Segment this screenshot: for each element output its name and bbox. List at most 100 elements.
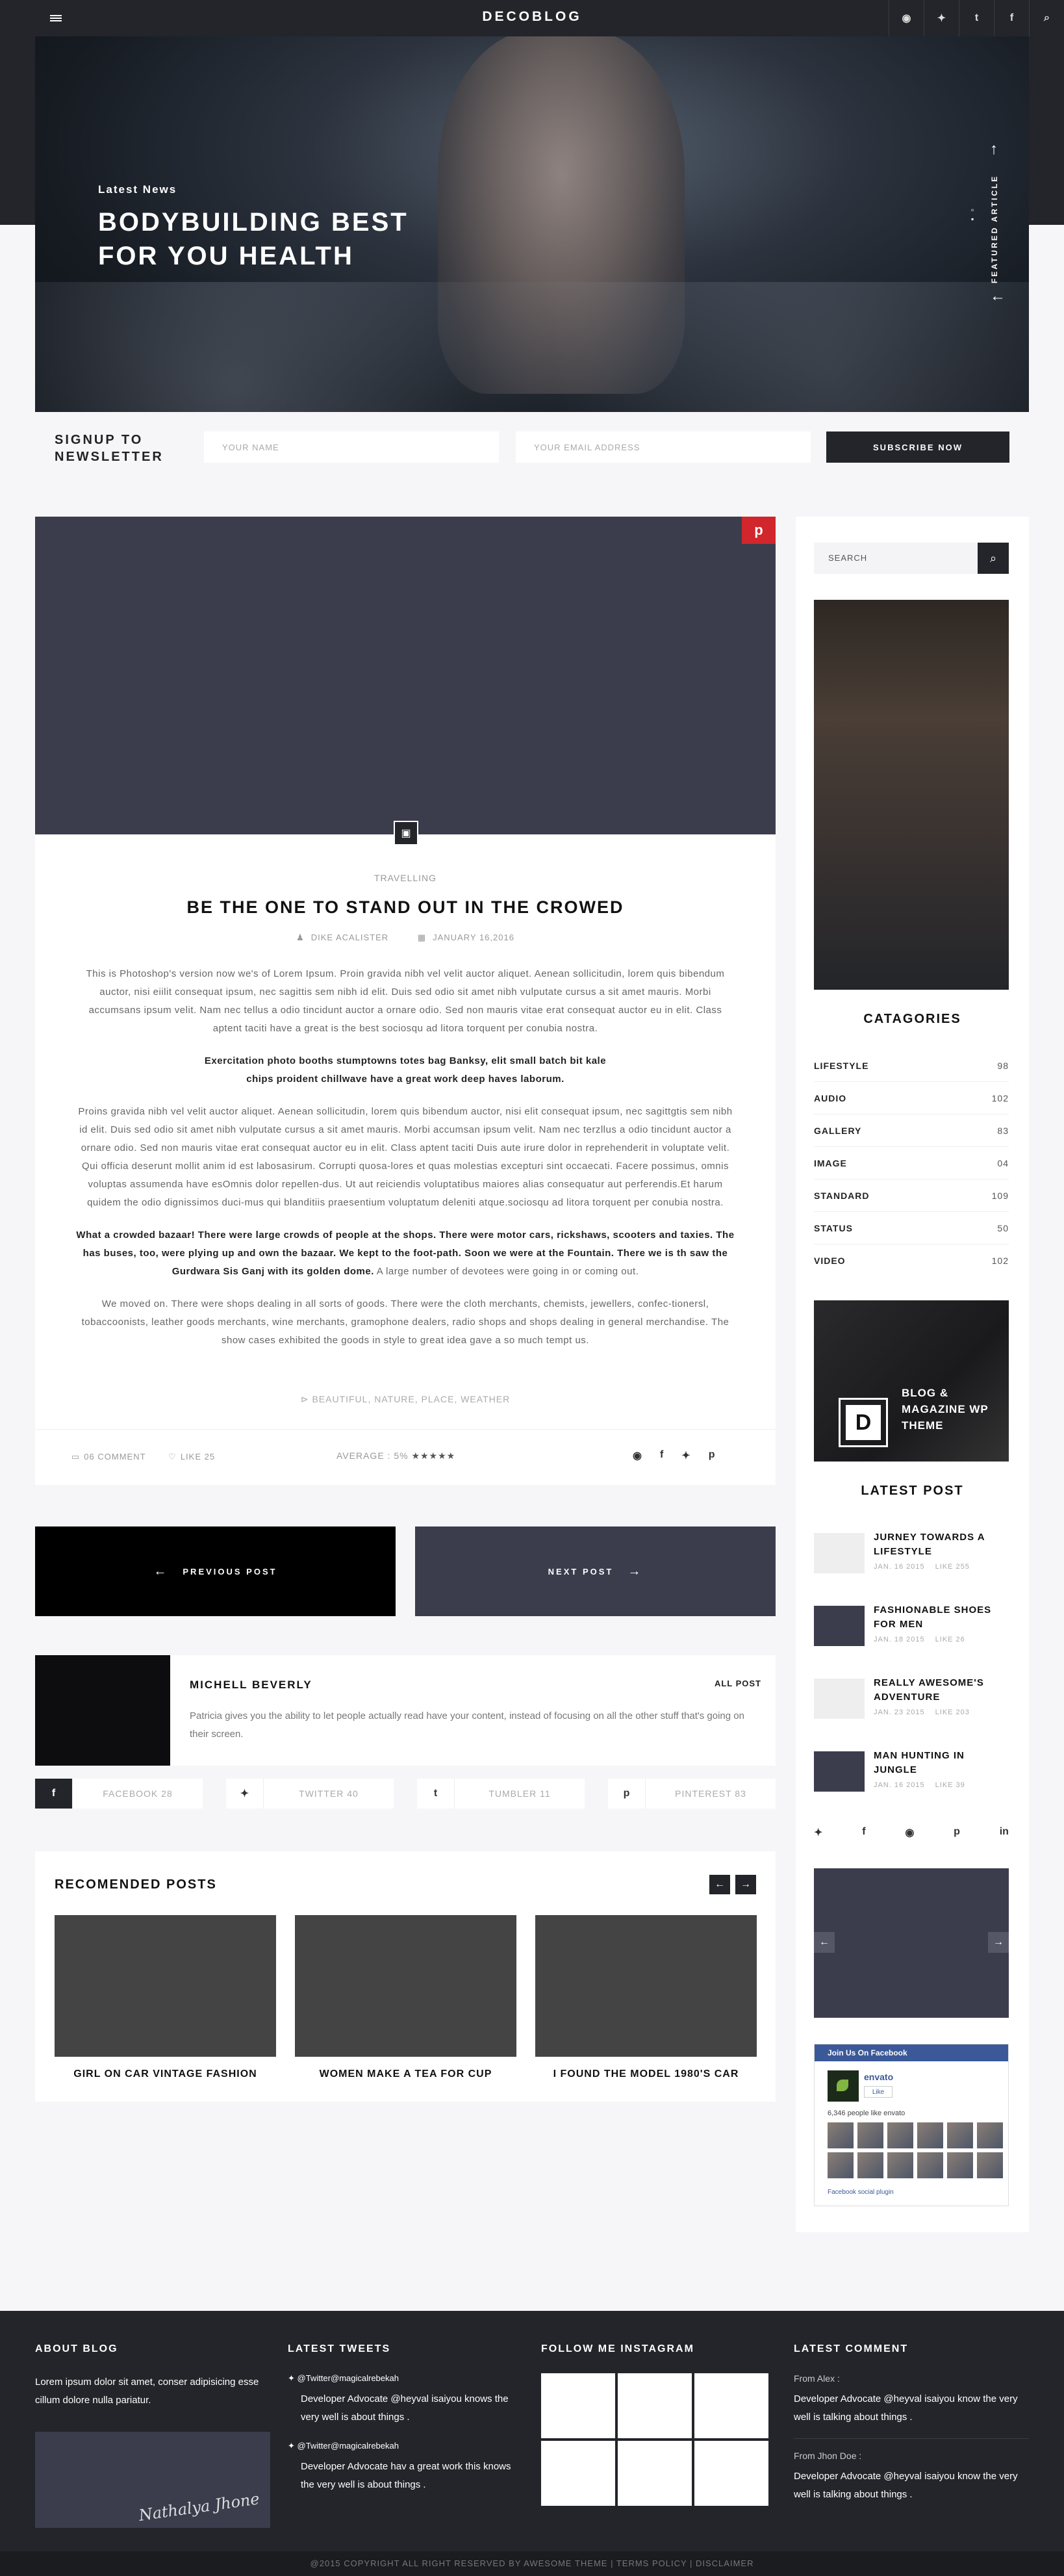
recommended-caption: WOMEN MAKE A TEA FOR CUP — [319, 2068, 492, 2080]
latest-post-title: LATEST POST — [861, 1484, 964, 1498]
facebook-icon[interactable]: f — [660, 1449, 663, 1462]
twitter-icon[interactable]: ✦ — [924, 0, 959, 36]
category-name: AUDIO — [814, 1092, 847, 1103]
linkedin-icon[interactable]: in — [1000, 1826, 1009, 1839]
pinterest-icon[interactable]: p — [954, 1826, 960, 1839]
all-post-link[interactable]: ALL POST — [715, 1679, 761, 1688]
category-item[interactable]: GALLERY 83 — [814, 1114, 1009, 1147]
tweet-handle[interactable]: ✦ @Twitter@magicalrebekah — [288, 2441, 523, 2451]
avatar[interactable] — [828, 2152, 854, 2178]
latest-post-likes: LIKE 39 — [935, 1781, 965, 1789]
comment-icon: ▭ — [71, 1452, 81, 1462]
search-input[interactable]: SEARCH — [828, 553, 867, 563]
arrow-left-icon[interactable]: ← — [814, 1932, 835, 1953]
arrow-left-icon[interactable]: ← — [990, 287, 1006, 305]
article-tags: ⊳ BEAUTIFUL, NATURE, PLACE, WEATHER — [35, 1394, 776, 1405]
instagram-photo[interactable] — [618, 2373, 692, 2438]
recommended-item[interactable]: GIRL ON CAR VINTAGE FASHION — [55, 1915, 276, 2080]
comment-author[interactable]: From Alex : — [794, 2373, 1029, 2384]
category-item[interactable]: VIDEO 102 — [814, 1244, 1009, 1277]
tweet-handle[interactable]: ✦ @Twitter@magicalrebekah — [288, 2373, 523, 2384]
arrow-up-icon[interactable]: ↑ — [990, 140, 998, 159]
slider-dots[interactable]: ▫ ▪ — [971, 205, 974, 224]
dribbble-icon[interactable]: ◉ — [905, 1826, 914, 1839]
avatar[interactable] — [947, 2152, 973, 2178]
name-input[interactable]: YOUR NAME — [204, 431, 499, 463]
search-icon[interactable]: ⌕ — [1029, 0, 1064, 36]
tweet-body: Developer Advocate hav a great work this… — [301, 2461, 511, 2490]
dribbble-icon[interactable]: ◉ — [633, 1449, 642, 1462]
avatar[interactable] — [887, 2152, 913, 2178]
category-name: LIFESTYLE — [814, 1060, 869, 1071]
recommended-item[interactable]: I FOUND THE MODEL 1980'S CAR — [535, 1915, 757, 2080]
share-twitter[interactable]: ✦ TWITTER 40 — [226, 1779, 394, 1809]
avatar[interactable] — [917, 2152, 943, 2178]
subscribe-button[interactable]: SUBSCRIBE NOW — [826, 431, 1009, 463]
avatar[interactable] — [977, 2122, 1003, 2148]
latest-post-item[interactable]: JURNEY TOWARDS A LIFESTYLE JAN. 16 2015 L… — [814, 1530, 1009, 1603]
share-pinterest[interactable]: p PINTEREST 83 — [608, 1779, 776, 1809]
article-title[interactable]: BE THE ONE TO STAND OUT IN THE CROWED — [35, 897, 776, 918]
envato-logo[interactable] — [828, 2070, 859, 2102]
latest-post-item[interactable]: REALLY AWESOME'S ADVENTURE JAN. 23 2015 L… — [814, 1676, 1009, 1749]
avatar[interactable] — [887, 2122, 913, 2148]
recommended-item[interactable]: WOMEN MAKE A TEA FOR CUP — [295, 1915, 516, 2080]
author-name[interactable]: MICHELL BEVERLY — [190, 1679, 312, 1692]
comments-link[interactable]: ▭ 06 COMMENT — [71, 1452, 146, 1462]
comment-author[interactable]: From Jhon Doe : — [794, 2451, 1029, 2461]
instagram-photo[interactable] — [694, 2373, 768, 2438]
category-item[interactable]: IMAGE 04 — [814, 1147, 1009, 1179]
tweet-item: ✦ @Twitter@magicalrebekah Developer Advo… — [288, 2441, 523, 2494]
next-post-button[interactable]: NEXT POST → — [415, 1526, 776, 1616]
instagram-photo[interactable] — [694, 2441, 768, 2506]
tags-list[interactable]: BEAUTIFUL, NATURE, PLACE, WEATHER — [312, 1394, 510, 1404]
arrow-right-icon[interactable]: → — [988, 1932, 1009, 1953]
rss-icon[interactable]: ◉ — [889, 0, 924, 36]
latest-post-thumbnail — [814, 1533, 865, 1573]
latest-post-thumbnail — [814, 1679, 865, 1719]
footer-tweets-title: LATEST TWEETS — [288, 2343, 391, 2354]
facebook-icon[interactable]: f — [862, 1826, 865, 1839]
article-category[interactable]: TRAVELLING — [35, 873, 776, 883]
instagram-photo[interactable] — [541, 2373, 615, 2438]
twitter-icon[interactable]: ✦ — [814, 1826, 822, 1839]
arrow-right-icon[interactable]: → — [735, 1875, 756, 1894]
tumblr-icon[interactable]: t — [959, 0, 994, 36]
avatar[interactable] — [857, 2152, 883, 2178]
pinterest-icon: p — [608, 1779, 646, 1809]
facebook-plugin-label[interactable]: Facebook social plugin — [828, 2189, 894, 2196]
avatar[interactable] — [977, 2152, 1003, 2178]
theme-ad-banner[interactable]: D BLOG & MAGAZINE WP THEME — [814, 1300, 1009, 1462]
search-icon[interactable]: ⌕ — [978, 543, 1009, 574]
category-item[interactable]: STATUS 50 — [814, 1212, 1009, 1244]
email-input[interactable]: YOUR EMAIL ADDRESS — [516, 431, 811, 463]
avatar[interactable] — [828, 2122, 854, 2148]
category-item[interactable]: AUDIO 102 — [814, 1082, 1009, 1114]
avatar[interactable] — [857, 2122, 883, 2148]
category-item[interactable]: STANDARD 109 — [814, 1179, 1009, 1212]
pinterest-icon[interactable]: p — [709, 1449, 715, 1462]
user-icon: ♟ — [296, 933, 305, 942]
rating-stars[interactable]: ★★★★★ — [411, 1450, 455, 1461]
article-author[interactable]: DIKE ACALISTER — [311, 933, 388, 942]
hero-featured-article[interactable]: Latest News BODYBUILDING BEST FOR YOU HE… — [35, 36, 1029, 412]
latest-post-item[interactable]: FASHIONABLE SHOES FOR MEN JAN. 18 2015 LI… — [814, 1603, 1009, 1676]
twitter-icon[interactable]: ✦ — [681, 1449, 690, 1462]
recommended-image — [535, 1915, 757, 2057]
pinterest-icon[interactable]: p — [742, 517, 776, 544]
like-link[interactable]: ♡ LIKE 25 — [168, 1452, 215, 1462]
latest-post-item[interactable]: MAN HUNTING IN JUNGLE JAN. 16 2015 LIKE 3… — [814, 1749, 1009, 1822]
arrow-left-icon[interactable]: ← — [709, 1875, 730, 1894]
facebook-page-name[interactable]: envato — [864, 2072, 893, 2082]
instagram-photo[interactable] — [541, 2441, 615, 2506]
hero-title[interactable]: BODYBUILDING BEST FOR YOU HEALTH — [98, 205, 462, 273]
share-facebook[interactable]: f FACEBOOK 28 — [35, 1779, 203, 1809]
facebook-icon[interactable]: f — [994, 0, 1029, 36]
previous-post-button[interactable]: ← PREVIOUS POST — [35, 1526, 396, 1616]
avatar[interactable] — [947, 2122, 973, 2148]
avatar[interactable] — [917, 2122, 943, 2148]
share-tumblr[interactable]: t TUMBLER 11 — [417, 1779, 585, 1809]
category-item[interactable]: LIFESTYLE 98 — [814, 1050, 1009, 1082]
instagram-photo[interactable] — [618, 2441, 692, 2506]
facebook-like-button[interactable]: Like — [864, 2086, 893, 2098]
